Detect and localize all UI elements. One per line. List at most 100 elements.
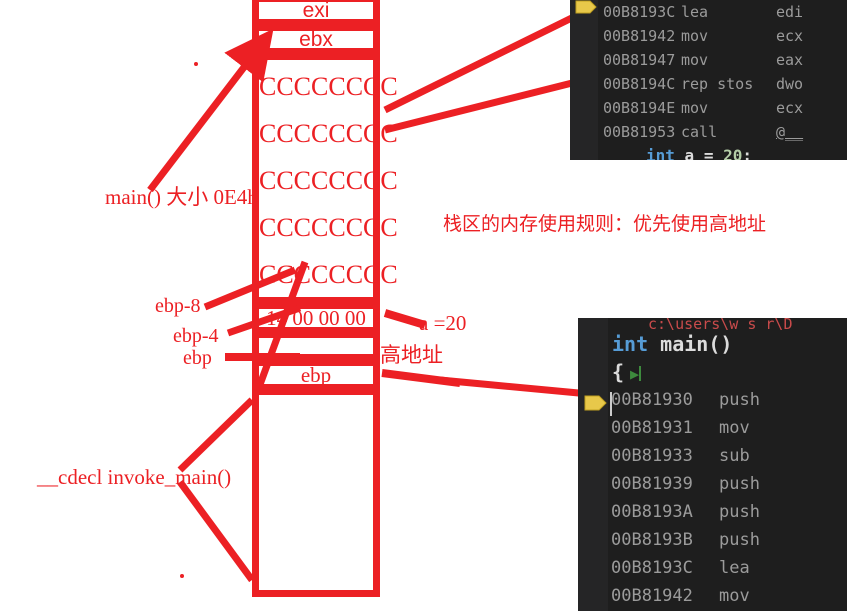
annotation-a-equals-20: a =20 [419,311,467,335]
fill-pattern-row: CCCCCCCC [259,213,398,242]
instruction-operand: dwo [776,75,804,93]
decorative-dot [180,574,184,578]
disassembly-line[interactable]: 00B81930 push [608,386,847,414]
disassembly-line[interactable]: 00B81939 push [608,470,847,498]
instruction-address: 00B81930 [611,390,693,410]
disassembly-code-body-top[interactable]: 00B8193C lea edi 00B81942 mov ecx 00B81947 mo… [598,0,847,160]
stack-cell-esi: exi [252,0,380,26]
instruction-mnemonic: call [681,123,718,141]
instruction-mnemonic: lea [681,3,709,21]
disassembly-line[interactable]: 00B8193B push [608,526,847,554]
signature-keyword: int [612,332,649,356]
disassembly-line[interactable]: 00B81942 mov ecx [598,24,847,48]
instruction-operand: ecx [776,99,804,117]
source-value: 20 [723,146,743,160]
stack-frame-diagram: exi ebx CCCCCCCC CCCCCCCC CCCCCCCC CCCCC… [252,0,398,597]
annotation-stack-usage-rule: 栈区的内存使用规则：优先使用高地址 [443,214,767,235]
decorative-dot [194,62,198,66]
instruction-mnemonic: mov [681,27,709,45]
text-caret [639,366,642,381]
source-terminator: ; [742,146,753,160]
disassembly-line[interactable]: 00B8194E mov ecx [598,96,847,120]
current-execution-marker-icon [575,0,597,14]
instruction-address: 00B8194E [603,99,676,117]
arrow-cdecl-lower [177,479,255,583]
instruction-address: 00B81942 [611,586,693,606]
instruction-operand: @__ [776,123,804,141]
stack-cell-caller-frame [252,388,380,597]
source-operator: = [703,146,714,160]
instruction-mnemonic: push [719,474,760,494]
stack-uninitialized-block: CCCCCCCC CCCCCCCC CCCCCCCC CCCCCCCC CCCC… [252,53,398,304]
run-to-cursor-icon[interactable]: ▶ [630,360,639,388]
arrow-cdecl-upper [177,397,255,473]
disassembly-line[interactable]: 00B8194C rep stos dwo [598,72,847,96]
instruction-mnemonic: sub [719,446,750,466]
instruction-mnemonic: push [719,530,760,550]
disassembly-line[interactable]: 00B8193C lea edi [598,0,847,24]
instruction-address: 00B81947 [603,51,676,69]
fill-pattern-row: CCCCCCCC [259,72,398,101]
instruction-mnemonic: mov [719,586,750,606]
execution-cursor [610,392,612,416]
stack-cell-variable-a: 14 00 00 00 [252,302,380,334]
arrow-to-main-entry [439,376,601,399]
instruction-mnemonic: rep stos [681,75,754,93]
annotation-cdecl-invoke-main: __cdecl invoke_main() [37,465,232,489]
disassembly-line[interactable]: 00B81931 mov [608,414,847,442]
source-code-line[interactable]: int a = 20; [598,144,847,160]
stack-cell-saved-ebp-label: ebp [300,362,332,387]
instruction-mnemonic: mov [681,51,709,69]
instruction-address: 00B8193A [611,502,693,522]
editor-gutter-bottom[interactable] [578,318,608,611]
disassembly-panel-top[interactable]: 00B8193C lea edi 00B81942 mov ecx 00B81947 mo… [570,0,847,160]
instruction-address: 00B8193B [611,530,693,550]
instruction-mnemonic: push [719,390,760,410]
stack-cell-variable-a-value: 14 00 00 00 [266,305,366,330]
disassembly-line[interactable]: 00B81947 mov eax [598,48,847,72]
stack-cell-ebx: ebx [252,24,380,55]
disassembly-line[interactable]: 00B81933 sub [608,442,847,470]
arrow-main-size [147,28,274,193]
stack-cell-saved-ebp: ebp [252,359,380,391]
source-file-path: c:\users\w s r\D [648,318,793,330]
instruction-address: 00B8194C [603,75,676,93]
arrow-to-disasm-lea [383,0,630,114]
disassembly-panel-bottom[interactable]: c:\users\w s r\D int main() {▶ 00B81930 p… [578,318,847,611]
disassembly-line[interactable]: 00B81942 mov [608,582,847,610]
source-identifier: a [684,146,695,160]
open-brace: { [612,360,625,384]
disassembly-line[interactable]: 00B8193C lea [608,554,847,582]
fill-pattern-row: CCCCCCCC [259,119,398,148]
editor-gutter-top[interactable] [570,0,598,160]
instruction-mnemonic: push [719,502,760,522]
instruction-address: 00B8193C [611,558,693,578]
instruction-mnemonic: mov [681,99,709,117]
stack-cell-esi-label: exi [302,0,330,22]
source-keyword: int [646,146,675,160]
current-execution-marker-icon [584,395,607,411]
stack-cell-ebx-label: ebx [299,28,333,51]
fill-pattern-row: CCCCCCCC [259,260,398,289]
disassembly-code-body-bottom[interactable]: c:\users\w s r\D int main() {▶ 00B81930 p… [608,318,847,611]
function-signature-line[interactable]: int main() [608,330,847,358]
instruction-address: 00B81942 [603,27,676,45]
instruction-address: 00B81953 [603,123,676,141]
annotation-ebp: ebp [183,347,212,369]
disassembly-line[interactable]: 00B81953 call @__ [598,120,847,144]
instruction-address: 00B81933 [611,446,693,466]
annotation-main-frame-size: main() 大小 0E4h [105,185,258,209]
instruction-operand: eax [776,51,804,69]
stack-cell-empty [252,331,380,361]
instruction-operand: ecx [776,27,804,45]
disassembly-line[interactable]: 00B8193A push [608,498,847,526]
signature-function-name: main() [648,332,733,356]
fill-pattern-row: CCCCCCCC [259,166,398,195]
arrow-high-address [381,369,461,387]
instruction-address: 00B8193C [603,3,676,21]
annotation-ebp-minus-8: ebp-8 [155,295,201,317]
open-brace-line[interactable]: {▶ [608,358,847,386]
instruction-mnemonic: mov [719,418,750,438]
instruction-address: 00B81931 [611,418,693,438]
arrow-to-disasm-repstos [384,74,593,134]
